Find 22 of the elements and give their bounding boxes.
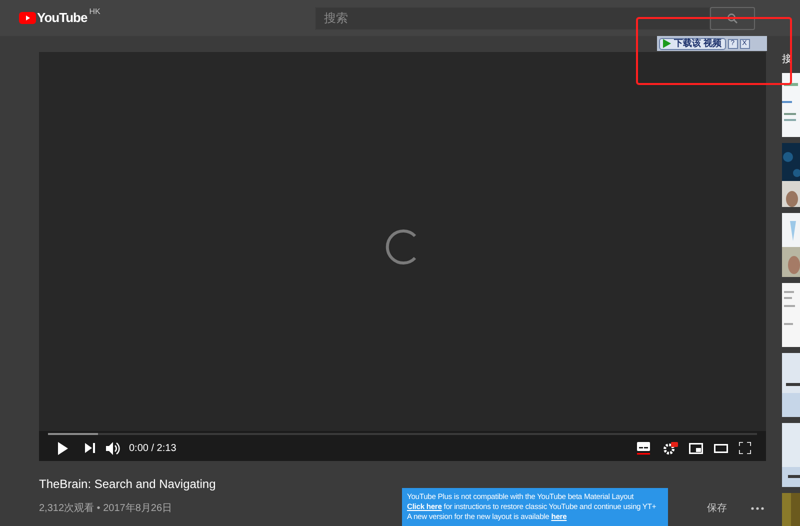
play-icon[interactable]: [57, 442, 69, 454]
download-button[interactable]: 下载该 视频: [659, 38, 726, 50]
play-logo-icon: [19, 12, 36, 24]
region-label: HK: [89, 6, 100, 18]
search-icon: [727, 12, 738, 24]
search-button[interactable]: [710, 6, 755, 30]
play-icon: [663, 39, 671, 48]
miniplayer-icon[interactable]: [689, 442, 703, 454]
settings-icon[interactable]: [663, 442, 678, 454]
time-display: 0:00 / 2:13: [129, 442, 176, 456]
video-player[interactable]: 0:00 / 2:13: [39, 52, 766, 461]
subtitles-icon[interactable]: [637, 442, 650, 454]
video-title: TheBrain: Search and Navigating: [39, 476, 217, 493]
logo-text[interactable]: YouTube: [37, 8, 88, 28]
fullscreen-icon[interactable]: [739, 442, 751, 454]
volume-icon[interactable]: [106, 442, 120, 454]
theater-mode-icon[interactable]: [714, 444, 728, 452]
more-icon[interactable]: [751, 507, 764, 510]
next-icon[interactable]: [85, 443, 95, 453]
video-meta: 2,312次观看 • 2017年8月26日: [39, 502, 172, 516]
save-button[interactable]: 保存: [707, 501, 727, 516]
search-field[interactable]: 搜索: [315, 6, 710, 30]
